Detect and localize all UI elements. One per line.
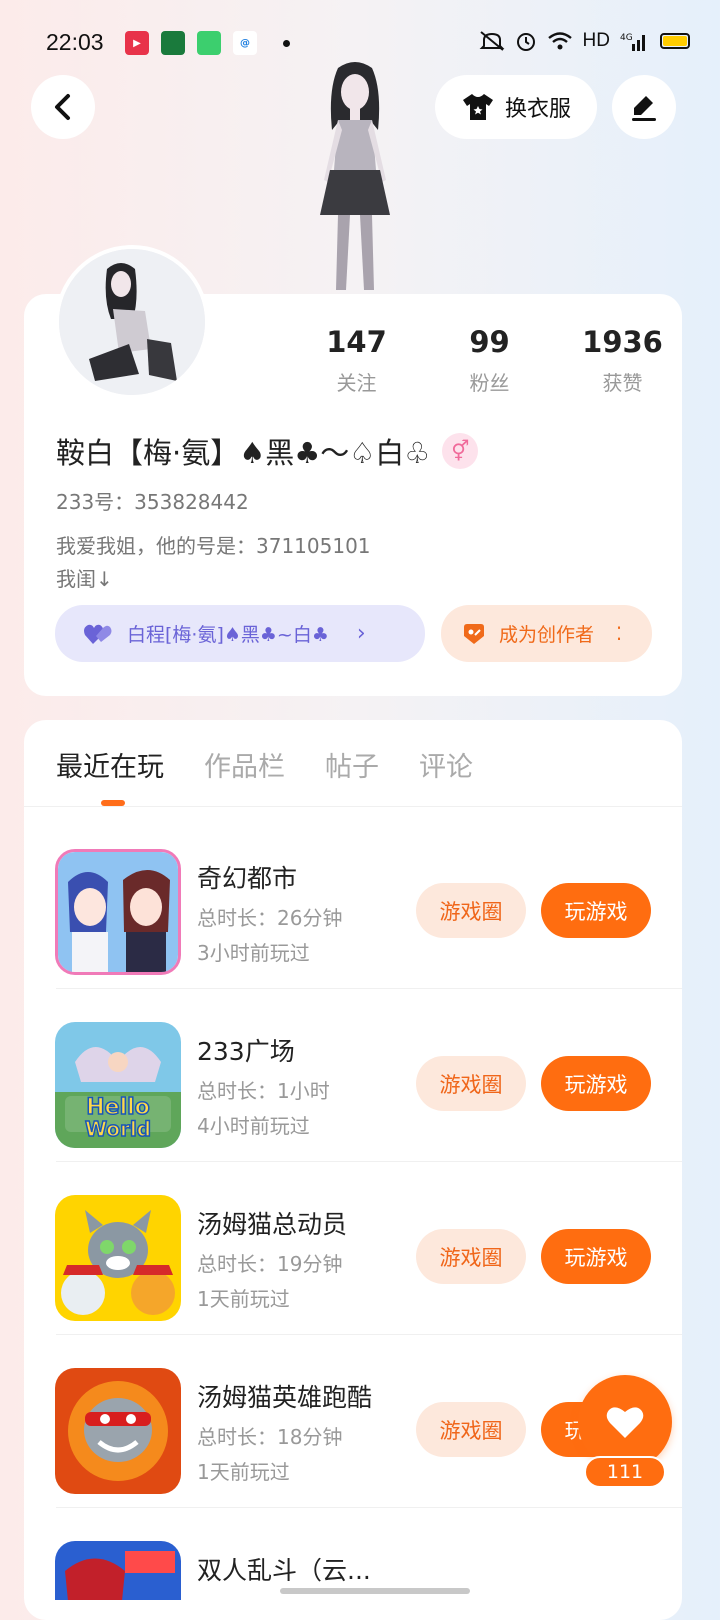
stat-likes-count: 1936 xyxy=(582,325,663,359)
game-name: 奇幻都市 xyxy=(197,864,298,893)
game-last-played: 1天前玩过 xyxy=(197,1287,290,1311)
bio: 我爱我姐，他的号是：371105101 我闺↓ xyxy=(56,530,371,596)
browser-app-icon: @ xyxy=(233,31,257,55)
change-outfit-label: 换衣服 xyxy=(504,97,571,122)
play-game-button[interactable]: 玩游戏 xyxy=(541,1056,651,1111)
profile-stats: 147 关注 99 粉丝 1936 获赞 xyxy=(290,325,690,396)
edit-profile-button[interactable] xyxy=(612,75,676,139)
game-circle-button[interactable]: 游戏圈 xyxy=(416,1229,526,1284)
hd-label: HD xyxy=(582,30,610,51)
avatar-3d-figure xyxy=(320,62,390,290)
tshirt-icon xyxy=(462,94,493,120)
game-name: 233广场 xyxy=(197,1037,295,1066)
family-link-label: 白程[梅·氨]♠黑♣~白♣ xyxy=(127,624,329,646)
double-heart-icon xyxy=(84,624,112,644)
row-divider xyxy=(56,1334,682,1335)
edit-pencil-icon xyxy=(632,96,656,121)
stat-likes-label: 获赞 xyxy=(602,371,643,395)
row-divider xyxy=(56,988,682,989)
game-icon xyxy=(55,1195,181,1321)
back-button[interactable] xyxy=(31,75,95,139)
game-circle-button[interactable]: 游戏圈 xyxy=(416,1402,526,1457)
become-creator-button[interactable]: 成为创作者 ⁚ xyxy=(441,605,652,662)
stat-followers-count: 99 xyxy=(469,325,510,359)
play-game-button[interactable]: 玩游戏 xyxy=(541,883,651,938)
list-item[interactable]: Hello World 233广场 总时长：1小时 4小时前玩过 游戏圈 玩游戏 xyxy=(24,990,682,1162)
avatar-image xyxy=(59,249,205,395)
game-play-duration: 总时长：26分钟 xyxy=(197,906,343,930)
more-notifications-dot xyxy=(283,39,290,47)
list-item[interactable]: 汤姆猫总动员 总时长：19分钟 1天前玩过 游戏圈 玩游戏 xyxy=(24,1163,682,1335)
chevron-right-icon: › xyxy=(356,621,366,646)
chevron-left-icon xyxy=(55,94,70,120)
list-item[interactable]: 双人乱斗（云... xyxy=(24,1509,682,1600)
system-icons: HD 4G xyxy=(479,30,690,52)
like-count-badge: 111 xyxy=(584,1456,666,1488)
profile-tabs: 最近在玩 作品栏 帖子 评论 xyxy=(56,745,473,784)
game-play-duration: 总时长：18分钟 xyxy=(197,1425,343,1449)
svg-text:4G: 4G xyxy=(620,33,633,43)
stat-following-label: 关注 xyxy=(336,371,377,395)
svg-text:World: World xyxy=(85,1117,151,1141)
game-last-played: 1天前玩过 xyxy=(197,1460,290,1484)
game-last-played: 4小时前玩过 xyxy=(197,1114,310,1138)
game-icon xyxy=(55,1541,181,1600)
tab-recently-played[interactable]: 最近在玩 xyxy=(56,745,164,784)
bank-app-icon xyxy=(161,31,185,55)
game-name: 双人乱斗（云... xyxy=(197,1556,371,1585)
tab-comments[interactable]: 评论 xyxy=(419,745,473,784)
android-app-icon xyxy=(197,31,221,55)
video-app-icon: ▶ xyxy=(125,31,149,55)
user-id: 233号：353828442 xyxy=(56,490,249,514)
game-circle-button[interactable]: 游戏圈 xyxy=(416,883,526,938)
game-icon xyxy=(55,1368,181,1494)
creator-icon xyxy=(464,623,484,644)
heart-icon xyxy=(606,1407,644,1438)
family-link-button[interactable]: 白程[梅·氨]♠黑♣~白♣ › xyxy=(55,605,425,662)
game-icon xyxy=(55,849,181,975)
tab-divider xyxy=(24,806,682,807)
battery-icon xyxy=(660,33,690,49)
nickname: 鞍白【梅·氨】♠黑♣〜♤白♧ xyxy=(56,436,431,470)
game-last-played: 3小时前玩过 xyxy=(197,941,310,965)
like-button[interactable] xyxy=(578,1375,672,1469)
game-name: 汤姆猫总动员 xyxy=(197,1210,348,1239)
game-name: 汤姆猫英雄跑酷 xyxy=(197,1383,373,1412)
stat-followers-label: 粉丝 xyxy=(469,371,510,395)
stat-followers[interactable]: 99 粉丝 xyxy=(423,325,556,396)
list-item[interactable]: 奇幻都市 总时长：26分钟 3小时前玩过 游戏圈 玩游戏 xyxy=(24,817,682,989)
tab-posts[interactable]: 帖子 xyxy=(325,745,379,784)
become-creator-label: 成为创作者 xyxy=(499,624,595,646)
signal-icon: 4G xyxy=(620,33,645,51)
stat-likes[interactable]: 1936 获赞 xyxy=(556,325,689,396)
wifi-icon xyxy=(547,32,572,50)
game-circle-button[interactable]: 游戏圈 xyxy=(416,1056,526,1111)
change-outfit-button[interactable]: 换衣服 xyxy=(435,75,597,139)
avatar[interactable] xyxy=(55,245,209,399)
status-time: 22:03 xyxy=(46,29,104,55)
overflow-dots-icon: ⁚ xyxy=(616,622,623,645)
row-divider xyxy=(56,1507,682,1508)
tab-works[interactable]: 作品栏 xyxy=(204,745,285,784)
home-indicator[interactable] xyxy=(280,1588,470,1594)
alarm-icon xyxy=(516,33,535,51)
mute-icon xyxy=(479,31,504,51)
game-play-duration: 总时长：19分钟 xyxy=(197,1252,343,1276)
stat-following[interactable]: 147 关注 xyxy=(290,325,423,396)
stat-following-count: 147 xyxy=(326,325,387,359)
bio-line: 我闺↓ xyxy=(56,567,113,591)
nickname-row: 鞍白【梅·氨】♠黑♣〜♤白♧ ⚥ xyxy=(56,430,479,472)
gender-icon: ⚥ xyxy=(442,433,479,469)
play-game-button[interactable]: 玩游戏 xyxy=(541,1229,651,1284)
bio-line: 我爱我姐，他的号是：371105101 xyxy=(56,534,371,558)
row-divider xyxy=(56,1161,682,1162)
game-icon: Hello World xyxy=(55,1022,181,1148)
notification-icons: ▶ @ xyxy=(125,31,290,55)
game-play-duration: 总时长：1小时 xyxy=(197,1079,330,1103)
